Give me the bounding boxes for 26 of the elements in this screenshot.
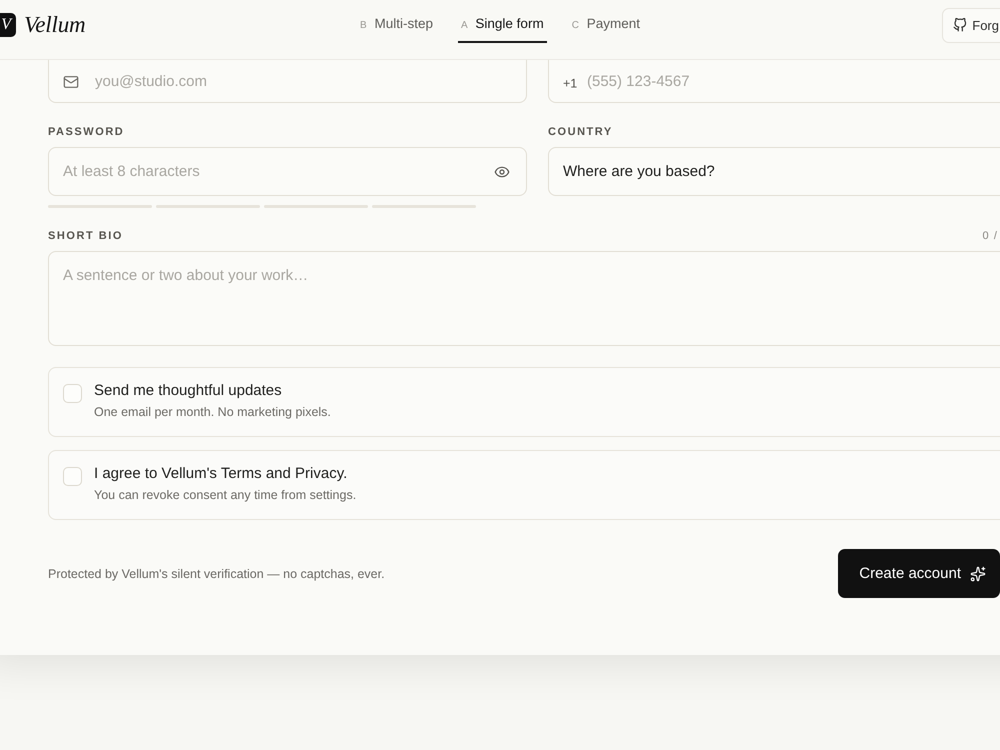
sparkle-icon — [970, 566, 986, 582]
bio-field[interactable]: A sentence or two about your work… — [48, 251, 1000, 346]
consent-note: One email per month. No marketing pixels. — [94, 404, 331, 421]
consent-title: I agree to Vellum's Terms and Privacy. — [94, 464, 348, 484]
create-account-button[interactable]: Create account — [838, 549, 1000, 598]
bio-label: SHORT BIO — [48, 230, 123, 243]
repository-button[interactable]: Forg — [942, 8, 1000, 42]
tab[interactable]: A Single form — [458, 7, 547, 43]
github-icon — [953, 18, 968, 32]
brand-name: Vellum — [24, 12, 86, 38]
checkbox[interactable] — [63, 384, 82, 403]
country-code: +1 — [563, 76, 578, 90]
logo-mark: V — [0, 13, 16, 37]
checkbox[interactable] — [63, 467, 82, 486]
password-field[interactable]: At least 8 characters — [48, 147, 527, 196]
country-label: COUNTRY — [548, 126, 614, 139]
character-counter: 0 / — [982, 230, 998, 243]
password-label: PASSWORD — [48, 126, 126, 139]
consent-title: Send me thoughtful updates — [94, 381, 283, 401]
country-select[interactable]: Where are you based? — [548, 147, 1000, 196]
email-field[interactable]: you@studio.com — [48, 60, 527, 103]
tab[interactable]: B Multi-step — [357, 7, 436, 43]
consent-note: You can revoke consent any time from settings. — [94, 487, 356, 504]
verification-note: Protected by Vellum's silent verification — no captchas, ever. — [48, 566, 385, 580]
tab[interactable]: C Payment — [568, 7, 643, 43]
mail-icon — [63, 74, 79, 90]
